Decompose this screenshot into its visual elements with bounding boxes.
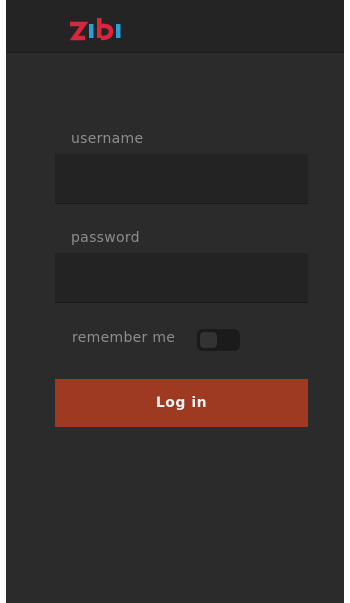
app-header bbox=[6, 0, 344, 53]
username-label: username bbox=[71, 131, 144, 147]
zibi-logo bbox=[69, 18, 121, 41]
username-field[interactable] bbox=[55, 154, 308, 204]
login-button[interactable]: Log in bbox=[55, 379, 308, 427]
remember-me-label: remember me bbox=[72, 330, 176, 346]
password-field[interactable] bbox=[55, 253, 308, 303]
toggle-knob bbox=[200, 332, 217, 348]
login-screen: username password remember me Log in bbox=[6, 0, 344, 603]
remember-me-toggle[interactable] bbox=[197, 329, 240, 351]
password-label: password bbox=[71, 230, 140, 246]
